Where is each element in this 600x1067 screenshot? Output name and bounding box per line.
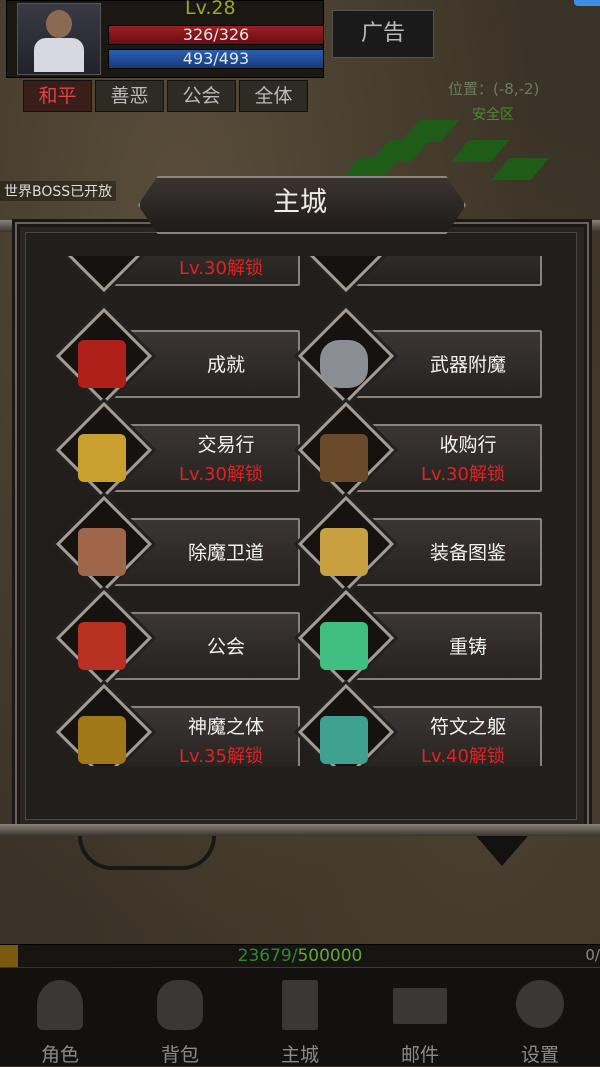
- feature-name: 重铸: [448, 636, 487, 658]
- mode-guild-button[interactable]: 公会: [167, 80, 236, 112]
- experience-current: 23679: [237, 946, 292, 966]
- feature-name: 神魔之体: [187, 716, 264, 738]
- feature-name: 装备图鉴: [429, 542, 506, 564]
- character-icon: [37, 980, 83, 1030]
- hp-bar: 326/326: [108, 25, 324, 45]
- pile-icon: [78, 716, 126, 764]
- book-icon: [320, 528, 368, 576]
- world-boss-ticker: 世界BOSS已开放: [0, 181, 117, 201]
- crystal-icon: [320, 622, 368, 670]
- nav-main-city[interactable]: 主城: [240, 968, 360, 1066]
- bundle-icon: [78, 528, 126, 576]
- nav-label: 主城: [280, 1044, 319, 1066]
- feature-lock-label: Lv.30解锁: [421, 464, 505, 485]
- feature-name: 符文之躯: [429, 716, 506, 738]
- feature-trading-house[interactable]: 交易行 Lv.30解锁: [55, 401, 300, 499]
- gear-icon: [516, 980, 564, 1028]
- feature-name: 武器附魔: [429, 354, 506, 376]
- experience-text: 23679/500000: [0, 945, 600, 967]
- feature-weapon-enchant[interactable]: 武器附魔: [297, 307, 542, 405]
- mail-icon: [393, 988, 447, 1024]
- mode-good-evil-button[interactable]: 善恶: [95, 80, 164, 112]
- mp-bar: 493/493: [108, 49, 324, 69]
- nav-label: 设置: [520, 1044, 559, 1066]
- feature-name: 交易行: [197, 434, 255, 456]
- nav-bag[interactable]: 背包: [120, 968, 240, 1066]
- scroll-icon: [78, 340, 126, 388]
- feature-reforge[interactable]: 重铸: [297, 589, 542, 687]
- feature-list[interactable]: Lv.30解锁 成就 武器附魔 交易行 Lv.30解锁 收购行 Lv.30解锁: [50, 256, 560, 766]
- experience-bar: 23679/500000: [0, 944, 600, 967]
- triangle-decoration: [476, 836, 528, 866]
- feature-card[interactable]: Lv.30解锁: [55, 256, 300, 293]
- nav-mail[interactable]: 邮件: [360, 968, 480, 1066]
- ad-button[interactable]: 广告: [332, 10, 434, 58]
- castle-icon: [282, 980, 318, 1030]
- nav-settings[interactable]: 设置: [480, 968, 600, 1066]
- gems-icon: [320, 716, 368, 764]
- feature-guild[interactable]: 公会: [55, 589, 300, 687]
- pk-mode-selector: 和平 善恶 公会 全体: [23, 80, 308, 112]
- feature-buy-house[interactable]: 收购行 Lv.30解锁: [297, 401, 542, 499]
- feature-lock-label: Lv.35解锁: [179, 746, 263, 766]
- feature-name: 成就: [206, 354, 245, 376]
- gold-ingot-icon: [78, 434, 126, 482]
- feature-lock-label: Lv.40解锁: [421, 746, 505, 766]
- bottom-navigation: 角色 背包 主城 邮件 设置: [0, 968, 600, 1066]
- feature-achievement[interactable]: 成就: [55, 307, 300, 405]
- dialog-title: 主城: [273, 187, 327, 218]
- rune-stone-icon: [320, 340, 368, 388]
- feature-name: 除魔卫道: [187, 542, 264, 564]
- feature-divine-demon-body[interactable]: 神魔之体 Lv.35解锁: [55, 683, 300, 766]
- player-level: Lv.28: [185, 0, 236, 19]
- secondary-counter: 0/: [585, 946, 600, 964]
- feature-name: 公会: [206, 636, 245, 658]
- feature-lock-label: Lv.30解锁: [179, 464, 263, 485]
- nav-character[interactable]: 角色: [0, 968, 120, 1066]
- bag-icon: [157, 980, 203, 1030]
- feature-equipment-codex[interactable]: 装备图鉴: [297, 495, 542, 593]
- safe-zone-label: 安全区: [472, 107, 514, 123]
- feature-lock-label: Lv.30解锁: [179, 258, 263, 279]
- guild-banner-icon: [78, 622, 126, 670]
- mode-peace-button[interactable]: 和平: [23, 80, 92, 112]
- dialog-bottom-rail: [0, 824, 600, 836]
- feature-rune-body[interactable]: 符文之躯 Lv.40解锁: [297, 683, 542, 766]
- nav-label: 角色: [40, 1044, 79, 1066]
- experience-max: 500000: [297, 946, 363, 966]
- player-status-panel[interactable]: Lv.28 326/326 493/493: [6, 0, 324, 78]
- treasure-chest-icon: [320, 434, 368, 482]
- position-readout: 位置：(-8,-2): [448, 80, 540, 98]
- feature-name: 收购行: [439, 434, 497, 456]
- network-indicator: [574, 0, 600, 6]
- feature-card[interactable]: [297, 256, 542, 293]
- feature-demon-slaying[interactable]: 除魔卫道: [55, 495, 300, 593]
- player-portrait-icon[interactable]: [17, 3, 101, 75]
- mode-all-button[interactable]: 全体: [239, 80, 308, 112]
- nav-label: 邮件: [400, 1044, 439, 1066]
- joystick-decoration: [78, 836, 216, 870]
- nav-label: 背包: [160, 1044, 199, 1066]
